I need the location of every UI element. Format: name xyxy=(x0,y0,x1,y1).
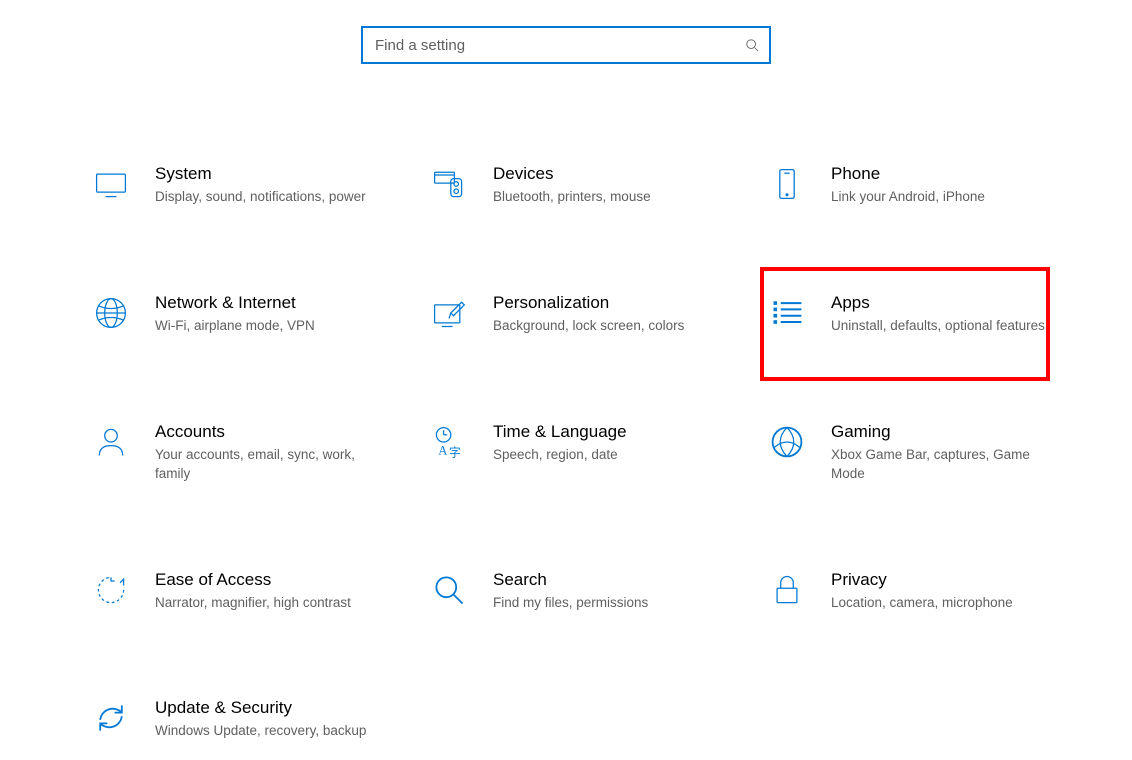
search-input[interactable] xyxy=(373,36,745,55)
tile-network[interactable]: Network & Internet Wi-Fi, airplane mode,… xyxy=(83,285,383,344)
tile-sub: Bluetooth, printers, mouse xyxy=(493,188,713,207)
tile-sub: Uninstall, defaults, optional features xyxy=(831,317,1051,336)
apps-icon xyxy=(767,293,807,333)
tile-apps[interactable]: Apps Uninstall, defaults, optional featu… xyxy=(759,285,1059,344)
tile-accounts[interactable]: Accounts Your accounts, email, sync, wor… xyxy=(83,414,383,492)
tile-title: Gaming xyxy=(831,422,1051,442)
tile-title: Privacy xyxy=(831,570,1051,590)
personalization-icon xyxy=(429,293,469,333)
tile-personalization[interactable]: Personalization Background, lock screen,… xyxy=(421,285,721,344)
settings-grid: System Display, sound, notifications, po… xyxy=(0,156,1132,749)
tile-gaming[interactable]: Gaming Xbox Game Bar, captures, Game Mod… xyxy=(759,414,1059,492)
tile-title: Accounts xyxy=(155,422,375,442)
tile-update-security[interactable]: Update & Security Windows Update, recove… xyxy=(83,690,383,749)
search-box[interactable] xyxy=(361,26,771,64)
tile-devices[interactable]: Devices Bluetooth, printers, mouse xyxy=(421,156,721,215)
tile-title: Network & Internet xyxy=(155,293,375,313)
tile-sub: Wi-Fi, airplane mode, VPN xyxy=(155,317,375,336)
tile-title: Personalization xyxy=(493,293,713,313)
tile-sub: Display, sound, notifications, power xyxy=(155,188,375,207)
time-language-icon: A 字 xyxy=(429,422,469,462)
tile-sub: Location, camera, microphone xyxy=(831,594,1051,613)
ease-of-access-icon xyxy=(91,570,131,610)
svg-text:A: A xyxy=(438,443,447,457)
tile-phone[interactable]: Phone Link your Android, iPhone xyxy=(759,156,1059,215)
tile-title: Phone xyxy=(831,164,1051,184)
tile-time-language[interactable]: A 字 Time & Language Speech, region, date xyxy=(421,414,721,492)
tile-title: Ease of Access xyxy=(155,570,375,590)
tile-sub: Narrator, magnifier, high contrast xyxy=(155,594,375,613)
devices-icon xyxy=(429,164,469,204)
search-icon xyxy=(745,38,759,52)
privacy-icon xyxy=(767,570,807,610)
tile-title: Apps xyxy=(831,293,1051,313)
tile-ease-of-access[interactable]: Ease of Access Narrator, magnifier, high… xyxy=(83,562,383,621)
tile-title: Time & Language xyxy=(493,422,713,442)
tile-sub: Speech, region, date xyxy=(493,446,713,465)
phone-icon xyxy=(767,164,807,204)
tile-sub: Find my files, permissions xyxy=(493,594,713,613)
tile-title: System xyxy=(155,164,375,184)
tile-sub: Link your Android, iPhone xyxy=(831,188,1051,207)
tile-sub: Windows Update, recovery, backup xyxy=(155,722,375,741)
gaming-icon xyxy=(767,422,807,462)
tile-system[interactable]: System Display, sound, notifications, po… xyxy=(83,156,383,215)
tile-privacy[interactable]: Privacy Location, camera, microphone xyxy=(759,562,1059,621)
svg-text:字: 字 xyxy=(449,445,461,459)
tile-search[interactable]: Search Find my files, permissions xyxy=(421,562,721,621)
search-tile-icon xyxy=(429,570,469,610)
accounts-icon xyxy=(91,422,131,462)
tile-title: Devices xyxy=(493,164,713,184)
tile-sub: Background, lock screen, colors xyxy=(493,317,713,336)
network-icon xyxy=(91,293,131,333)
tile-sub: Your accounts, email, sync, work, family xyxy=(155,446,375,484)
tile-sub: Xbox Game Bar, captures, Game Mode xyxy=(831,446,1051,484)
tile-title: Search xyxy=(493,570,713,590)
update-security-icon xyxy=(91,698,131,738)
system-icon xyxy=(91,164,131,204)
tile-title: Update & Security xyxy=(155,698,375,718)
